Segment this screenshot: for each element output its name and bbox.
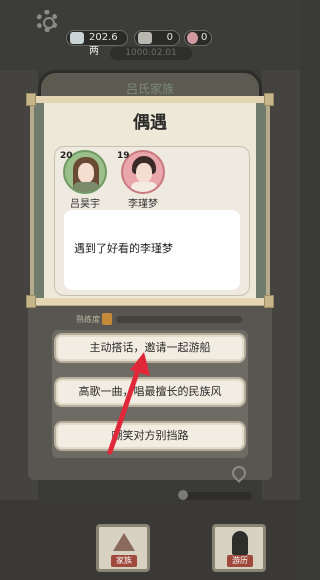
family-tree-icon — [113, 533, 135, 551]
scroll-icon — [102, 313, 112, 325]
scroll-rod-top — [30, 96, 270, 103]
resource-a-icon — [138, 32, 152, 44]
game-date: 1000.02.01 — [110, 47, 192, 60]
resource-counter-b: 0 — [184, 30, 212, 46]
scroll-rod-bottom — [30, 298, 270, 305]
rod-cap — [264, 295, 274, 308]
pointer-arrow-icon — [107, 352, 150, 455]
avatar-face — [78, 163, 94, 183]
proficiency-label: 熟练度 — [76, 315, 100, 324]
resource-counter-a: 0 — [134, 30, 180, 46]
proficiency-bar — [116, 316, 242, 323]
encounter-message: 遇到了好看的李瑾梦 — [74, 242, 173, 255]
rod-cap — [264, 93, 274, 106]
resource-b-value: 0 — [201, 32, 208, 43]
nav-family-label: 家族 — [111, 555, 137, 567]
resource-b-icon — [187, 32, 198, 44]
map-slider[interactable] — [178, 490, 252, 500]
traveler-icon — [232, 531, 248, 555]
settings-gear-icon[interactable] — [36, 10, 58, 32]
nav-travel-button[interactable]: 游历 — [212, 524, 266, 572]
dialog-title: 偶遇 — [133, 113, 167, 133]
rod-cap — [26, 93, 36, 106]
nav-travel-label: 游历 — [227, 555, 253, 567]
rod-cap — [26, 295, 36, 308]
npc-age: 19 — [117, 151, 130, 161]
avatar-face — [136, 163, 152, 183]
player-name: 吕昊宇 — [70, 199, 100, 210]
npc-name: 李瑾梦 — [128, 199, 158, 210]
money-counter: 202.6两 — [66, 30, 128, 57]
nav-family-button[interactable]: 家族 — [96, 524, 150, 572]
resource-a-value: 0 — [166, 32, 173, 43]
silver-ingot-icon — [70, 32, 84, 44]
player-age: 20 — [60, 151, 73, 161]
proficiency-row: 熟练度 — [54, 312, 248, 328]
